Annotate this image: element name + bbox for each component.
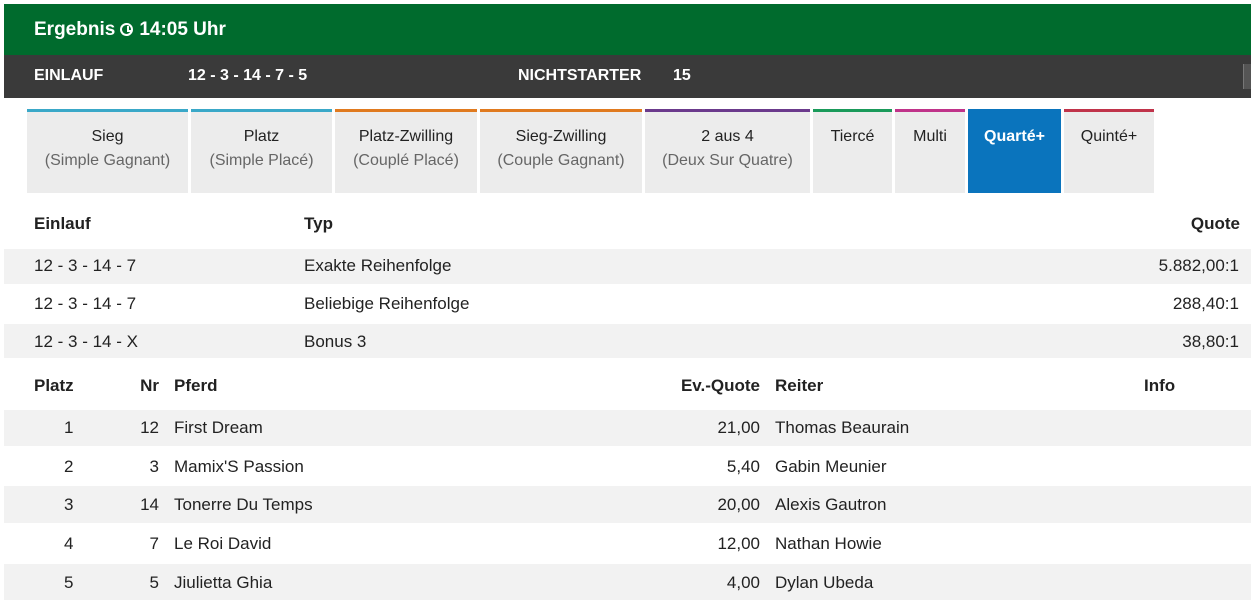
result-reiter: Thomas Beaurain — [775, 418, 910, 437]
tab-sublabel: (Couple Gagnant) — [497, 152, 625, 169]
result-platz: 1 — [64, 418, 74, 437]
result-nr: 5 — [149, 573, 159, 592]
result-pferd: Jiulietta Ghia — [174, 573, 273, 592]
result-panel: Ergebnis 14:05 Uhr EINLAUF 12 - 3 - 14 -… — [4, 4, 1251, 600]
tab-label: Platz-Zwilling — [358, 128, 454, 145]
tab-label: Tiercé — [830, 128, 875, 145]
tab-sublabel: (Deux Sur Quatre) — [662, 152, 793, 169]
payout-typ: Bonus 3 — [304, 332, 367, 351]
result-row: 4 7 Le Roi David 12,00 Nathan Howie — [4, 525, 1251, 562]
tab-label: Quinté+ — [1080, 128, 1138, 145]
result-row: 3 14 Tonerre Du Temps 20,00 Alexis Gautr… — [4, 486, 1251, 523]
results-table-header: Platz Nr Pferd Ev.-Quote Reiter Info — [4, 366, 1251, 406]
result-nr: 7 — [149, 534, 159, 553]
tab-label: Multi — [913, 128, 947, 145]
result-platz: 2 — [64, 457, 74, 476]
col-quote: Quote — [1190, 214, 1240, 233]
scrollbar[interactable] — [1243, 64, 1251, 89]
tab-platz[interactable]: Platz (Simple Placé) — [191, 109, 332, 193]
tab-sublabel: (Simple Gagnant) — [44, 152, 171, 169]
result-ev-quote: 5,40 — [726, 457, 760, 476]
payout-row: 12 - 3 - 14 - X Bonus 3 38,80:1 — [4, 324, 1251, 358]
result-reiter: Nathan Howie — [775, 534, 882, 553]
tab-platz-zwilling[interactable]: Platz-Zwilling (Couplé Placé) — [335, 109, 477, 193]
result-reiter: Dylan Ubeda — [775, 573, 874, 592]
result-nr: 12 — [140, 418, 159, 437]
nichtstarter-label: NICHTSTARTER — [518, 67, 642, 84]
payout-typ: Beliebige Reihenfolge — [304, 294, 470, 313]
result-ev-quote: 21,00 — [717, 418, 760, 437]
payout-quote: 5.882,00:1 — [1158, 256, 1239, 275]
payout-einlauf: 12 - 3 - 14 - 7 — [34, 256, 137, 275]
payout-row: 12 - 3 - 14 - 7 Beliebige Reihenfolge 28… — [4, 286, 1251, 323]
result-nr: 3 — [149, 457, 159, 476]
nichtstarter-value: 15 — [673, 67, 691, 84]
result-nr: 14 — [140, 495, 159, 514]
col-einlauf: Einlauf — [34, 214, 91, 233]
result-info-bar: EINLAUF 12 - 3 - 14 - 7 - 5 NICHTSTARTER… — [4, 55, 1251, 98]
result-pferd: First Dream — [174, 418, 263, 437]
result-platz: 4 — [64, 534, 74, 553]
result-reiter: Gabin Meunier — [775, 457, 887, 476]
col-nr: Nr — [140, 376, 159, 395]
tab-tierce[interactable]: Tiercé — [813, 109, 892, 193]
payout-einlauf: 12 - 3 - 14 - 7 — [34, 294, 137, 313]
result-row: 2 3 Mamix'S Passion 5,40 Gabin Meunier — [4, 448, 1251, 485]
result-ev-quote: 12,00 — [717, 534, 760, 553]
result-pferd: Le Roi David — [174, 534, 272, 553]
col-reiter: Reiter — [775, 376, 824, 395]
payout-quote: 288,40:1 — [1172, 294, 1239, 313]
col-platz: Platz — [34, 376, 74, 395]
race-time: 14:05 Uhr — [139, 18, 226, 40]
tab-quarte-plus[interactable]: Quarté+ — [968, 109, 1061, 193]
einlauf-value: 12 - 3 - 14 - 7 - 5 — [188, 67, 308, 84]
tab-sieg-zwilling[interactable]: Sieg-Zwilling (Couple Gagnant) — [480, 109, 642, 193]
result-reiter: Alexis Gautron — [775, 495, 887, 514]
payout-einlauf: 12 - 3 - 14 - X — [34, 332, 138, 351]
tab-label: Sieg — [91, 128, 124, 145]
result-title: Ergebnis — [34, 18, 116, 40]
result-platz: 3 — [64, 495, 74, 514]
clock-icon — [120, 23, 134, 36]
result-ev-quote: 4,00 — [726, 573, 760, 592]
result-header: Ergebnis 14:05 Uhr — [4, 4, 1251, 55]
col-ev-quote: Ev.-Quote — [680, 376, 760, 395]
tab-2-aus-4[interactable]: 2 aus 4 (Deux Sur Quatre) — [645, 109, 810, 193]
col-typ: Typ — [304, 214, 333, 233]
tab-label: Sieg-Zwilling — [515, 128, 607, 145]
col-info: Info — [1144, 376, 1176, 395]
result-pferd: Tonerre Du Temps — [174, 495, 313, 514]
col-pferd: Pferd — [174, 376, 218, 395]
result-platz: 5 — [64, 573, 74, 592]
tab-quinte-plus[interactable]: Quinté+ — [1064, 109, 1154, 193]
payout-typ: Exakte Reihenfolge — [304, 256, 452, 275]
tab-sublabel: (Couplé Placé) — [353, 152, 459, 169]
tab-sublabel: (Simple Placé) — [209, 152, 314, 169]
tab-label: Quarté+ — [984, 128, 1045, 145]
result-ev-quote: 20,00 — [717, 495, 760, 514]
payout-quote: 38,80:1 — [1182, 332, 1239, 351]
tab-sieg[interactable]: Sieg (Simple Gagnant) — [27, 109, 188, 193]
result-row: 1 12 First Dream 21,00 Thomas Beaurain — [4, 410, 1251, 446]
payout-table-header: Einlauf Typ Quote — [4, 204, 1251, 244]
payout-row: 12 - 3 - 14 - 7 Exakte Reihenfolge 5.882… — [4, 249, 1251, 284]
einlauf-label: EINLAUF — [34, 67, 104, 84]
result-row: 5 5 Jiulietta Ghia 4,00 Dylan Ubeda — [4, 564, 1251, 600]
tab-label: 2 aus 4 — [701, 128, 754, 145]
result-pferd: Mamix'S Passion — [174, 457, 304, 476]
tab-multi[interactable]: Multi — [895, 109, 965, 193]
tab-label: Platz — [243, 128, 280, 145]
